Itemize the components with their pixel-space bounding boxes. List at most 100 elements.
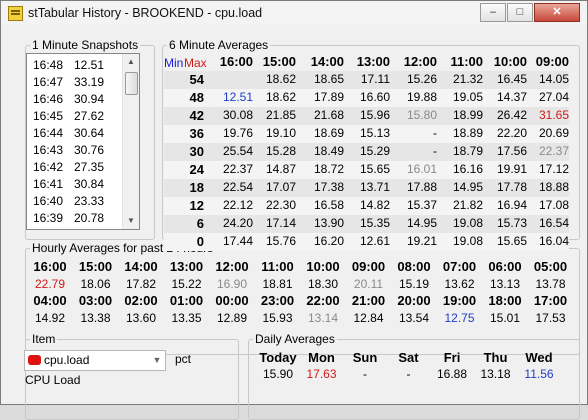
hour-label: 20:00 [397, 293, 431, 308]
grid-cell: 15.73 [496, 216, 527, 230]
list-item[interactable]: 16:43 30.76 [27, 143, 122, 158]
hour-value: 20.11 [353, 277, 384, 291]
grid-cell: 12.61 [359, 234, 390, 248]
grid-cell: 18.49 [313, 144, 344, 158]
list-item[interactable]: 16:46 30.94 [27, 92, 122, 107]
grid-cell: 13.71 [359, 180, 390, 194]
hour-value: 18.06 [80, 277, 111, 291]
snapshot-time: 16:45 [33, 109, 64, 123]
list-item[interactable]: 16:44 30.64 [27, 126, 122, 141]
grid-cell: 19.08 [452, 216, 483, 230]
list-item[interactable]: 16:47 33.19 [27, 75, 122, 90]
snapshot-list[interactable]: 16:48 12.51 16:47 33.19 16:46 30.94 16:45 27.62… [26, 53, 140, 230]
hour-value: 13.14 [307, 311, 339, 325]
grid-cell: 18.89 [452, 126, 483, 140]
snapshot-value: 30.94 [74, 92, 105, 106]
grid-cell: 17.14 [265, 216, 296, 230]
hour-label: 07:00 [442, 259, 477, 274]
minimize-button[interactable]: – [480, 3, 506, 22]
hour-label: 09:00 [351, 259, 386, 274]
day-value: 11.56 [524, 367, 554, 381]
snapshot-scrollbar[interactable]: ▲ ▼ [122, 54, 139, 229]
grid-cell: - [433, 126, 437, 140]
grid-cell: 19.88 [406, 90, 437, 104]
column-header: 09:00 [535, 54, 569, 69]
item-select[interactable]: cpu.load ▼ [24, 350, 166, 371]
hour-label: 01:00 [169, 293, 204, 308]
grid-cell: - [433, 144, 437, 158]
snapshot-time: 16:41 [33, 177, 64, 191]
grid-cell: 30.08 [222, 108, 253, 122]
list-item[interactable]: 16:39 20.78 [27, 211, 122, 226]
hour-label: 12:00 [215, 259, 249, 274]
row-label: 24 [189, 162, 204, 177]
snapshot-time: 16:42 [33, 160, 64, 174]
column-header: 10:00 [493, 54, 527, 69]
grid-cell: 16.45 [496, 72, 527, 86]
grid-cell: 18.62 [265, 90, 296, 104]
row-label: 54 [189, 72, 204, 87]
hour-value: 13.35 [171, 311, 202, 325]
app-window: stTabular History - BROOKEND - cpu.load … [0, 0, 588, 420]
day-value: 15.90 [262, 367, 294, 381]
column-header: 16:00 [219, 54, 253, 69]
grid-cell: 14.37 [496, 90, 527, 104]
chevron-down-icon[interactable]: ▼ [149, 351, 165, 370]
hour-value: 18.30 [307, 277, 339, 291]
grid-cell: 14.95 [452, 180, 483, 194]
hour-value: 13.60 [125, 311, 157, 325]
hour-label: 16:00 [33, 259, 67, 274]
day-label: Sat [398, 350, 419, 365]
scroll-up-icon[interactable]: ▲ [123, 54, 139, 70]
grid-cell: 21.85 [265, 108, 296, 122]
grid-cell: 18.65 [313, 72, 344, 86]
hour-label: 21:00 [351, 293, 386, 308]
snapshot-time: 16:47 [33, 75, 64, 89]
grid-cell: 17.08 [538, 198, 569, 212]
list-item[interactable]: 16:40 23.33 [27, 194, 122, 209]
grid-cell: 19.05 [452, 90, 483, 104]
scroll-down-icon[interactable]: ▼ [123, 213, 139, 229]
item-description: CPU Load [25, 373, 81, 387]
hour-value: 12.75 [444, 311, 475, 325]
hour-value: 22.79 [34, 277, 66, 291]
column-header: 14:00 [310, 54, 344, 69]
grid-cell: 21.32 [452, 72, 483, 86]
list-item[interactable]: 16:48 12.51 [27, 58, 122, 73]
hour-label: 18:00 [488, 293, 522, 308]
item-select-value: cpu.load [44, 353, 90, 367]
list-item[interactable]: 16:45 27.62 [27, 109, 122, 124]
snapshot-value: 27.62 [74, 109, 105, 123]
hour-value: 15.93 [262, 311, 293, 325]
hour-value: 12.89 [216, 311, 248, 325]
close-button[interactable]: ✕ [534, 3, 580, 22]
row-label: 48 [189, 90, 204, 105]
grid-cell: 17.78 [496, 180, 527, 194]
snapshot-value: 23.33 [74, 194, 105, 208]
hour-label: 13:00 [169, 259, 204, 274]
min-label: Min [164, 56, 184, 70]
row-label: 6 [196, 216, 204, 231]
grid-cell: 15.26 [406, 72, 437, 86]
day-label: Wed [525, 350, 553, 365]
grid-cell: 15.37 [406, 198, 437, 212]
snapshot-value: 30.64 [74, 126, 105, 140]
grid-cell: 19.21 [406, 234, 437, 248]
hour-label: 05:00 [533, 259, 568, 274]
list-item[interactable]: 16:41 30.84 [27, 177, 122, 192]
day-label: Sun [352, 350, 378, 365]
snapshot-time: 16:48 [33, 58, 64, 72]
list-item[interactable]: 16:42 27.35 [27, 160, 122, 175]
hour-label: 04:00 [33, 293, 67, 308]
grid-cell: 16.94 [496, 198, 527, 212]
scroll-thumb[interactable] [125, 72, 138, 95]
grid-cell: 17.07 [265, 180, 296, 194]
snapshot-value: 33.19 [74, 75, 105, 89]
title-bar[interactable]: stTabular History - BROOKEND - cpu.load … [1, 1, 587, 25]
snapshot-time: 16:43 [33, 143, 64, 157]
grid-cell: 18.99 [452, 108, 483, 122]
hour-value: 13.62 [444, 277, 475, 291]
row-label: 36 [189, 126, 204, 141]
row-label: 12 [189, 198, 204, 213]
maximize-button[interactable]: □ [507, 3, 533, 22]
